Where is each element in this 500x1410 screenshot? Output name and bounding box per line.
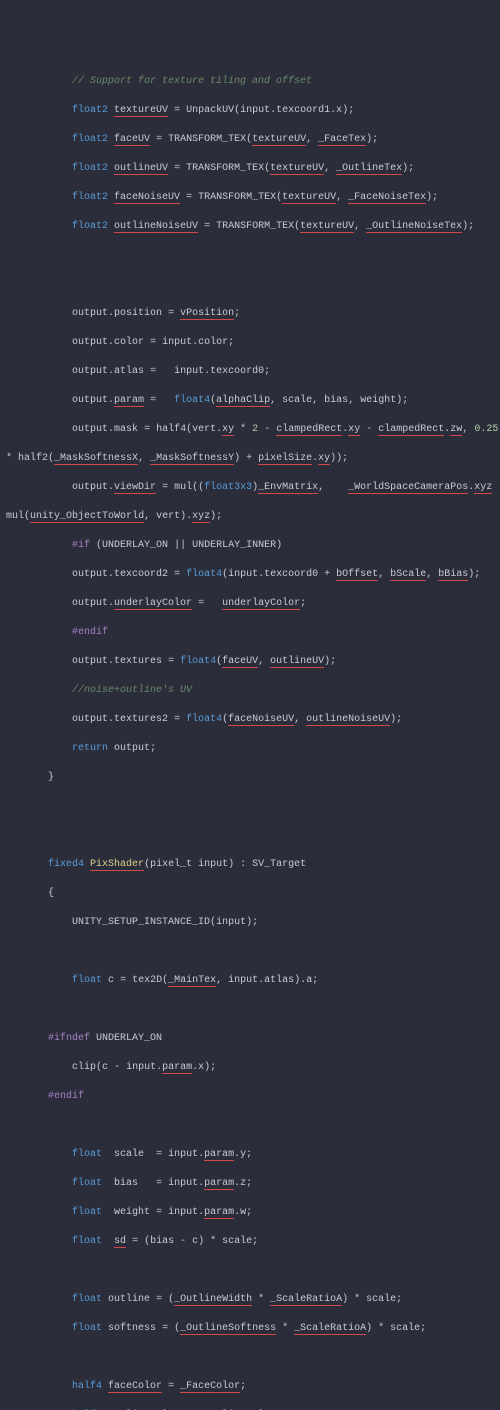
code-block: // Support for texture tiling and offset… xyxy=(0,58,500,1410)
comment-noise: //noise+outline's UV xyxy=(72,685,192,696)
comment: // Support for texture tiling and offset xyxy=(72,76,312,87)
type-float2: float2 xyxy=(72,105,108,116)
